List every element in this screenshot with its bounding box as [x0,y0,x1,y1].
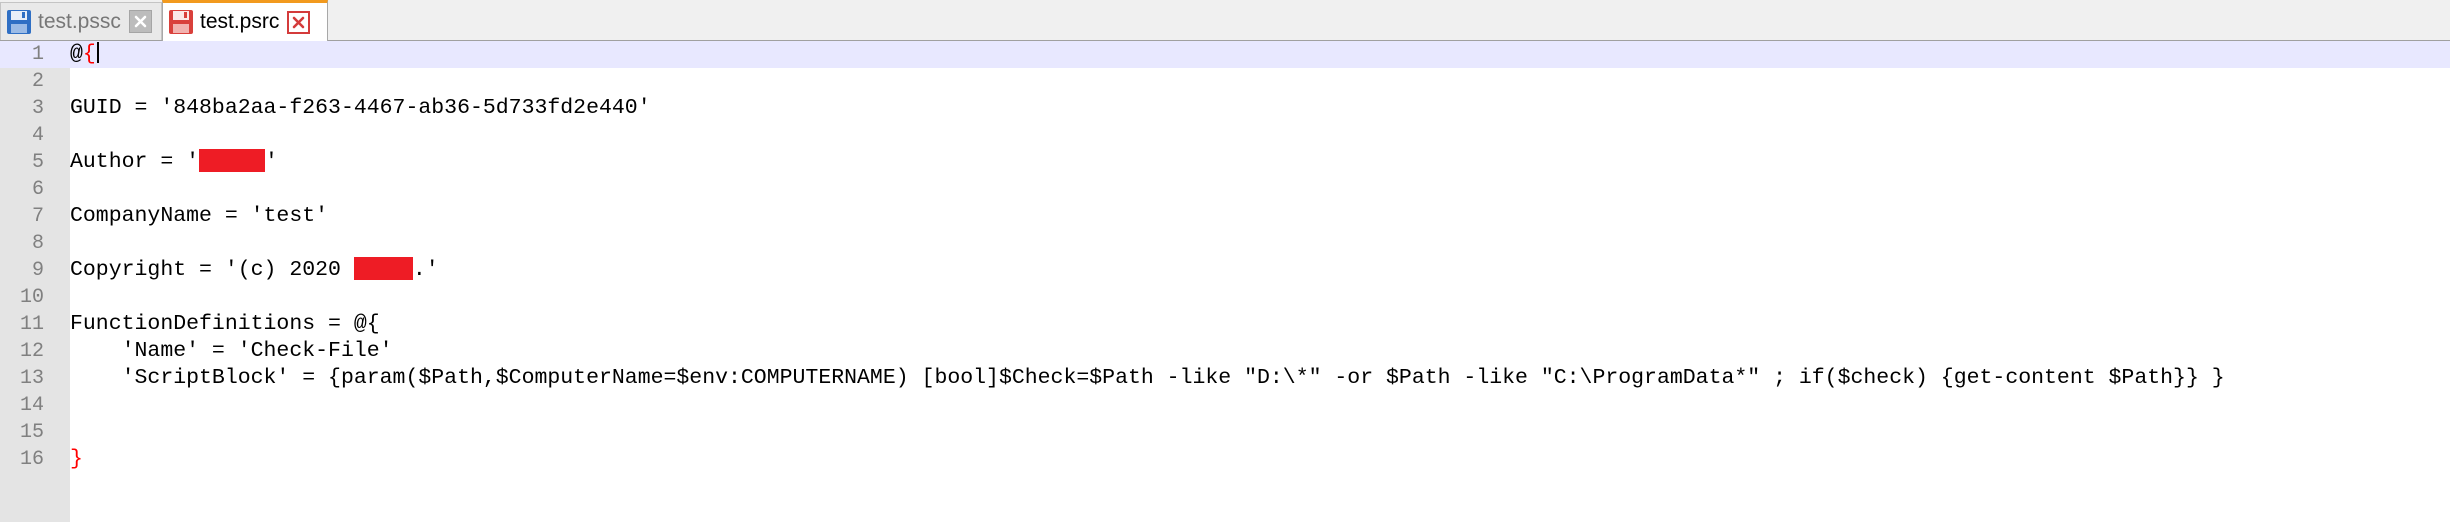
line-number: 12 [19,340,44,363]
close-tab-button[interactable] [128,10,152,33]
code-line[interactable]: @{ [70,41,99,68]
redaction-box [199,149,266,172]
text-cursor [96,42,99,63]
current-line-highlight [0,41,2450,68]
line-number: 1 [31,43,44,66]
close-tab-button[interactable] [287,10,311,34]
code-line[interactable]: GUID = '848ba2aa-f263-4467-ab36-5d733fd2… [70,95,651,122]
line-number: 15 [19,421,44,444]
line-number: 8 [31,232,44,255]
line-number: 14 [19,394,44,417]
line-number: 10 [19,286,44,309]
code-text: ' [265,150,278,174]
code-line[interactable]: 'ScriptBlock' = {param($Path,$ComputerNa… [70,365,2225,392]
line-number: 4 [31,124,44,147]
close-icon [293,16,305,28]
line-number: 7 [31,205,44,228]
floppy-disk-blue-icon [6,9,32,35]
matched-brace: } [70,447,83,471]
close-icon [134,15,147,28]
line-number: 11 [19,313,44,336]
code-text: .' [412,258,439,282]
code-text: @ [70,42,83,66]
tab-label: test.psrc [200,10,280,33]
line-number: 3 [31,97,44,120]
line-number: 6 [31,178,44,201]
line-number: 2 [31,70,44,93]
line-number: 5 [31,151,44,174]
code-line[interactable]: } [70,446,83,473]
floppy-disk-red-icon [168,9,194,35]
line-number: 13 [19,367,44,390]
tab-test-pssc[interactable]: test.pssc [0,2,162,40]
code-line[interactable]: FunctionDefinitions = @{ [70,311,380,338]
code-text: Copyright = '(c) 2020 [70,258,354,282]
code-text: Author = ' [70,150,200,174]
line-number: 9 [31,259,44,282]
code-line[interactable]: Author = ' ' [70,149,278,176]
redaction-box [353,257,413,280]
line-number: 16 [19,448,44,471]
tab-test-psrc[interactable]: test.psrc [162,0,328,41]
code-line[interactable]: 'Name' = 'Check-File' [70,338,393,365]
tab-label: test.pssc [38,9,121,33]
code-line[interactable]: CompanyName = 'test' [70,203,328,230]
code-line[interactable]: Copyright = '(c) 2020 .' [70,257,439,284]
tab-bar: test.pssc test.psrc [0,0,2450,41]
matched-brace: { [82,42,96,66]
